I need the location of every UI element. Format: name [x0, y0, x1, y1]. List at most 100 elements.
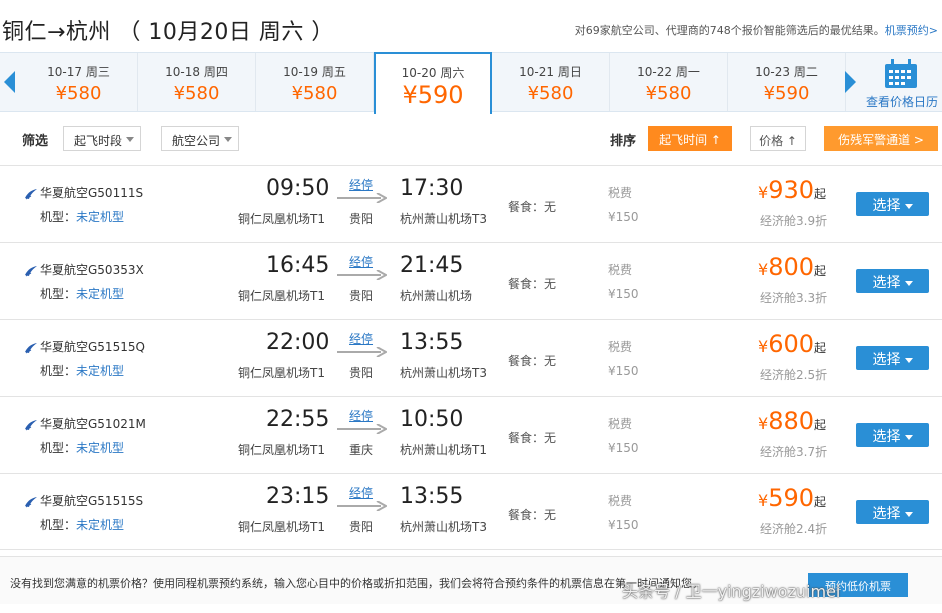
airline-dropdown[interactable]: 航空公司: [161, 126, 239, 151]
cabin-discount: 经济舱2.5折: [760, 368, 828, 382]
sort-by-time-button[interactable]: 起飞时间 ↑: [648, 126, 732, 151]
date-tab[interactable]: 10-20 周六 ¥590: [374, 52, 492, 114]
select-flight-button[interactable]: 选择: [856, 500, 929, 524]
booking-link[interactable]: 机票预约>: [885, 24, 938, 37]
date-tab[interactable]: 10-17 周三 ¥580: [20, 53, 138, 111]
stopover-link[interactable]: 经停: [349, 253, 373, 270]
airline-logo-icon: [25, 420, 37, 431]
departure-airport: 铜仁凤凰机场T1: [238, 366, 325, 380]
plane-type-label: 机型：: [40, 287, 77, 301]
plane-type: 机型：未定机型: [40, 439, 124, 456]
arrow-right-icon: [337, 270, 387, 280]
select-flight-button[interactable]: 选择: [856, 423, 929, 447]
departure-time: 22:55: [266, 407, 330, 432]
plane-type-value[interactable]: 未定机型: [76, 287, 124, 301]
departure-time: 16:45: [266, 253, 330, 278]
airline-flight-number: 华夏航空G50111S: [40, 186, 144, 200]
departure-airport: 铜仁凤凰机场T1: [238, 520, 325, 534]
next-dates-button[interactable]: [840, 53, 860, 111]
price-suffix: 起: [814, 341, 827, 355]
flight-price: ¥800起: [758, 253, 826, 281]
select-button-label: 选择: [872, 275, 901, 291]
tax-value: ¥150: [608, 364, 639, 378]
price-suffix: 起: [814, 187, 827, 201]
date-tab[interactable]: 10-19 周五 ¥580: [256, 53, 374, 111]
plane-type-value[interactable]: 未定机型: [76, 210, 124, 224]
airline-flight-number: 华夏航空G51515Q: [40, 340, 145, 354]
chevron-down-icon: [904, 434, 913, 440]
stopover-city: 贵阳: [349, 366, 374, 380]
tax-label: 税费: [608, 494, 633, 508]
arrival-airport: 杭州萧山机场T3: [400, 366, 487, 380]
plane-type: 机型：未定机型: [40, 516, 124, 533]
tax-value: ¥150: [608, 518, 639, 532]
tax-value: ¥150: [608, 210, 639, 224]
price-currency: ¥: [758, 183, 769, 202]
chevron-down-icon: [126, 137, 134, 142]
date-tab[interactable]: 10-18 周四 ¥580: [138, 53, 256, 111]
flight-row: 华夏航空G51515S 机型：未定机型 23:15 铜仁凤凰机场T1 经停 贵阳 13:55…: [0, 473, 942, 550]
arrow-right-icon: [337, 424, 387, 434]
airline-logo-icon: [25, 497, 37, 508]
flight-price: ¥880起: [758, 407, 826, 435]
price-currency: ¥: [758, 414, 769, 433]
select-flight-button[interactable]: 选择: [856, 192, 929, 216]
cabin-discount: 经济舱3.7折: [760, 445, 828, 459]
select-button-label: 选择: [872, 429, 901, 445]
price-value: 800: [768, 253, 814, 281]
plane-type: 机型：未定机型: [40, 208, 124, 225]
select-flight-button[interactable]: 选择: [856, 269, 929, 293]
arrival-airport: 杭州萧山机场T3: [400, 520, 487, 534]
filter-label: 筛选: [22, 134, 49, 149]
stopover-link[interactable]: 经停: [349, 407, 373, 424]
airline-flight-number: 华夏航空G51021M: [40, 417, 146, 431]
flight-row: 华夏航空G51021M 机型：未定机型 22:55 铜仁凤凰机场T1 经停 重庆 10:50…: [0, 396, 942, 473]
date-tab-date: 10-17 周三: [47, 65, 110, 79]
price-suffix: 起: [814, 418, 827, 432]
stopover-link[interactable]: 经停: [349, 176, 373, 193]
arrow-right-icon: [337, 347, 387, 357]
price-value: 880: [768, 407, 814, 435]
plane-type-value[interactable]: 未定机型: [76, 364, 124, 378]
plane-type: 机型：未定机型: [40, 285, 124, 302]
date-tab[interactable]: 10-21 周日 ¥580: [492, 53, 610, 111]
select-button-label: 选择: [872, 352, 901, 368]
chevron-right-icon: [845, 71, 856, 93]
date-tab-price: ¥580: [645, 83, 692, 104]
arrow-right-icon: [337, 501, 387, 511]
select-button-label: 选择: [872, 506, 901, 522]
arrival-airport: 杭州萧山机场: [400, 289, 473, 303]
military-channel-button[interactable]: 伤残军警通道 >: [824, 126, 938, 151]
flight-price: ¥590起: [758, 484, 826, 512]
price-currency: ¥: [758, 337, 769, 356]
sort-by-price-button[interactable]: 价格 ↑: [750, 126, 806, 151]
stopover-city: 贵阳: [349, 520, 374, 534]
chevron-down-icon: [904, 357, 913, 363]
date-tab[interactable]: 10-22 周一 ¥580: [610, 53, 728, 111]
header-info: 对69家航空公司、代理商的748个报价智能筛选后的最优结果。机票预约>: [575, 22, 938, 38]
date-tab[interactable]: 10-23 周二 ¥590: [728, 53, 846, 111]
stopover-link[interactable]: 经停: [349, 484, 373, 501]
tax-label: 税费: [608, 186, 633, 200]
tax-value: ¥150: [608, 441, 639, 455]
plane-type-label: 机型：: [40, 441, 77, 455]
price-calendar-button[interactable]: 查看价格日历: [862, 53, 942, 111]
meal-info: 餐食：无: [508, 354, 557, 368]
plane-type-value[interactable]: 未定机型: [76, 441, 124, 455]
chevron-down-icon: [224, 137, 232, 142]
date-tab-price: ¥590: [763, 83, 810, 104]
airline-logo-icon: [25, 189, 37, 200]
airline-logo-icon: [25, 343, 37, 354]
stopover-link[interactable]: 经停: [349, 330, 373, 347]
prev-dates-button[interactable]: [0, 53, 20, 111]
select-flight-button[interactable]: 选择: [856, 346, 929, 370]
cabin-discount: 经济舱2.4折: [760, 522, 828, 536]
flight-row: 华夏航空G50353X 机型：未定机型 16:45 铜仁凤凰机场T1 经停 贵阳 21:45…: [0, 242, 942, 319]
price-value: 930: [768, 176, 814, 204]
departure-time-dropdown[interactable]: 起飞时段: [63, 126, 141, 151]
chevron-left-icon: [4, 71, 15, 93]
arrival-time: 13:55: [400, 330, 464, 355]
airline-flight-number: 华夏航空G50353X: [40, 263, 144, 277]
plane-type-value[interactable]: 未定机型: [76, 518, 124, 532]
departure-airport: 铜仁凤凰机场T1: [238, 289, 325, 303]
